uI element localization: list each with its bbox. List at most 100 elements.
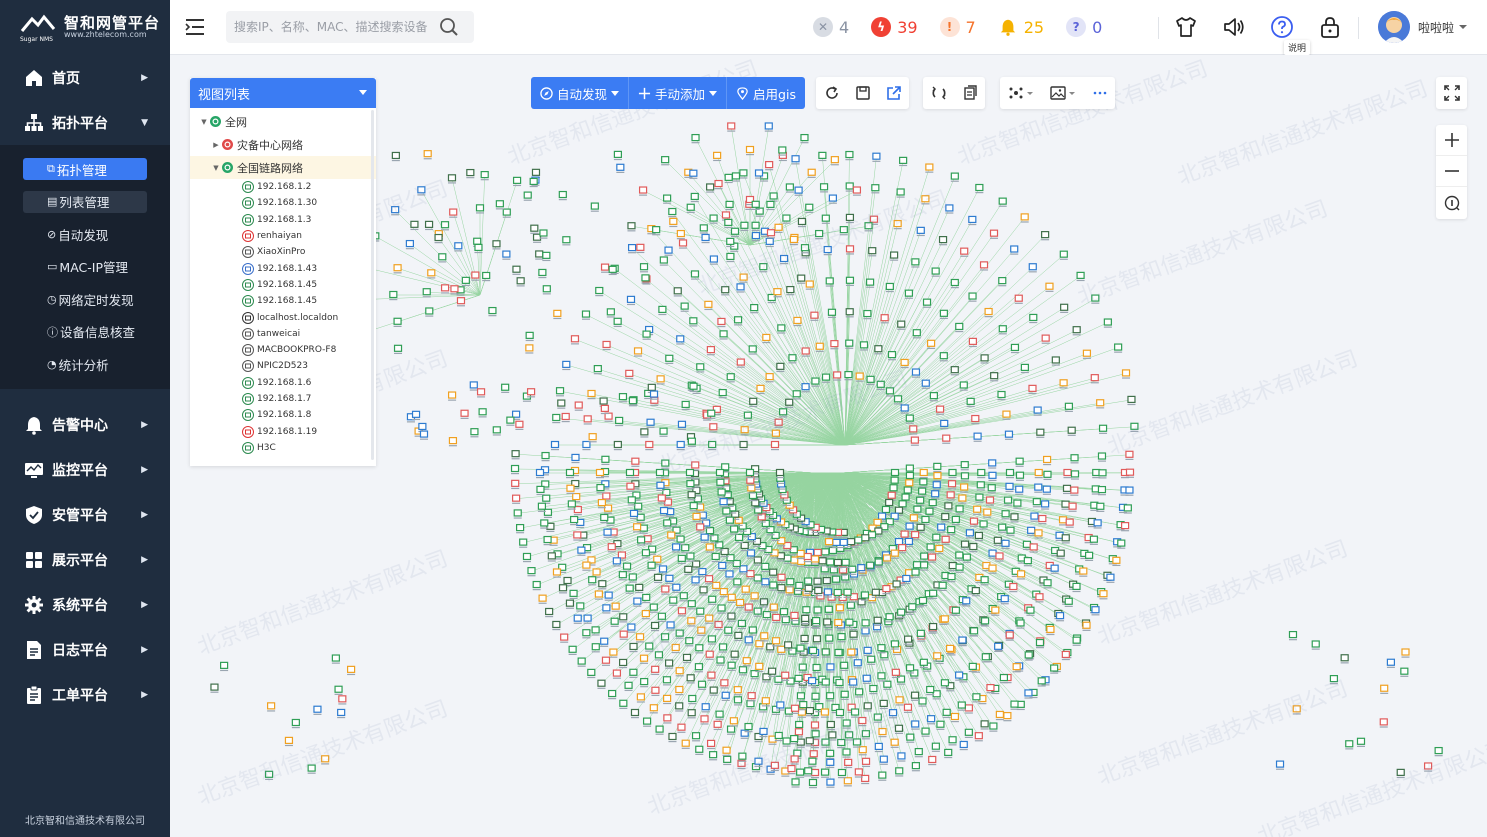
search-input[interactable] (234, 20, 439, 34)
tree-leaf[interactable]: 192.168.1.43 (190, 260, 376, 276)
copy-button[interactable] (954, 77, 985, 109)
device-node (1061, 534, 1070, 542)
tree-leaf[interactable]: XiaoXinPro (190, 244, 376, 260)
node-layout-dropdown[interactable] (1000, 77, 1042, 109)
tree-leaf[interactable]: 192.168.1.6 (190, 375, 376, 391)
auto-discover-button[interactable]: 自动发现 (531, 77, 630, 109)
device-node (724, 173, 733, 181)
alarm-stat-2[interactable]: ! 7 (939, 17, 976, 37)
search-icon[interactable] (439, 17, 459, 37)
sidebar-item-4[interactable]: 安管平台 ▶ (0, 493, 170, 538)
caret-down-icon[interactable]: ▼ (210, 164, 222, 172)
submenu-item-0[interactable]: ⧉ 拓扑管理 (0, 153, 170, 186)
tree-node-0[interactable]: ▼ 全网 (190, 110, 376, 133)
tree-leaf[interactable]: 192.168.1.2 (190, 179, 376, 195)
submenu-item-2[interactable]: ⊘ 自动发现 (0, 218, 170, 251)
device-node (691, 461, 700, 469)
device-node (932, 533, 941, 541)
device-node (636, 243, 645, 251)
tree-leaf[interactable]: MACBOOKPRO-F8 (190, 342, 376, 358)
device-node (822, 577, 831, 585)
tree-leaf[interactable]: renhaiyan (190, 228, 376, 244)
device-node (794, 728, 804, 736)
device-node (746, 570, 755, 578)
sidebar-item-6[interactable]: 系统平台 ▶ (0, 583, 170, 628)
export-button[interactable] (878, 77, 909, 109)
sidebar-item-5[interactable]: 展示平台 ▶ (0, 538, 170, 583)
help-button[interactable] (1269, 14, 1295, 40)
alarm-stat-1[interactable]: ϟ 39 (871, 17, 918, 37)
device-node (1035, 638, 1045, 647)
sound-button[interactable] (1221, 14, 1247, 40)
submenu-item-1[interactable]: ▤ 列表管理 (0, 186, 170, 219)
enable-gis-button[interactable]: 启用gis (727, 77, 805, 109)
device-node (603, 528, 612, 536)
alarm-stat-4[interactable]: ? 0 (1066, 17, 1102, 37)
device-node (945, 644, 955, 652)
device-node (511, 479, 520, 487)
sidebar-item-3[interactable]: 监控平台 ▶ (0, 448, 170, 493)
tree-leaf[interactable]: 192.168.1.19 (190, 423, 376, 439)
sidebar-item-8[interactable]: 工单平台 ▶ (0, 673, 170, 718)
topology-canvas[interactable]: 北京智和信通技术有限公司 北京智和信通技术有限公司 北京智和信通技术有限公司 北京智和… (170, 55, 1487, 837)
device-node (535, 468, 545, 477)
submenu-item-3[interactable]: ▭ MAC-IP管理 (0, 251, 170, 284)
brand-logo[interactable]: Sugar NMS 智和网管平台 www.zhtelecom.com (0, 0, 170, 55)
device-node (980, 576, 989, 584)
tree-leaf[interactable]: 192.168.1.7 (190, 391, 376, 407)
submenu-item-4[interactable]: ◷ 网络定时发现 (0, 283, 170, 316)
device-node (624, 681, 633, 689)
tree-leaf[interactable]: tanweicai (190, 326, 376, 342)
save-button[interactable] (847, 77, 878, 109)
tree-leaf[interactable]: 192.168.1.45 (190, 277, 376, 293)
device-node (810, 768, 820, 777)
scrollbar[interactable] (371, 110, 374, 460)
tree-leaf[interactable]: 192.168.1.3 (190, 212, 376, 228)
lock-button[interactable] (1317, 14, 1343, 40)
device-node (627, 243, 637, 252)
sidebar-item-2[interactable]: 告警中心 ▶ (0, 403, 170, 448)
sidebar-item-1[interactable]: 拓扑平台 ▼ (0, 100, 170, 145)
alarm-stat-3[interactable]: 25 (998, 17, 1044, 37)
device-node (645, 642, 654, 650)
submenu-item-6[interactable]: ◔ 统计分析 (0, 348, 170, 381)
tree-leaf[interactable]: 192.168.1.45 (190, 293, 376, 309)
layout-reset-button[interactable] (923, 77, 954, 109)
sidebar-item-7[interactable]: 日志平台 ▶ (0, 628, 170, 673)
device-node (912, 561, 922, 569)
tree-leaf[interactable]: NPIC2D523 (190, 358, 376, 374)
more-button[interactable] (1084, 77, 1115, 109)
refresh-button[interactable] (816, 77, 847, 109)
tree-node-2[interactable]: ▼ 全国链路网络 (190, 156, 376, 179)
tree-node-1[interactable]: ▶ 灾备中心网络 (190, 133, 376, 156)
device-node (637, 536, 646, 544)
tree-leaf[interactable]: localhost.localdon (190, 309, 376, 325)
device-node (1016, 570, 1026, 578)
zoom-fit-button[interactable] (1436, 187, 1467, 218)
tree-leaf[interactable]: H3C (190, 440, 376, 456)
device-node (913, 505, 922, 513)
zoom-out-button[interactable] (1436, 156, 1467, 187)
tree-leaf[interactable]: 192.168.1.8 (190, 407, 376, 423)
background-image-dropdown[interactable] (1042, 77, 1084, 109)
zoom-in-button[interactable] (1436, 125, 1467, 156)
tree-leaf[interactable]: 192.168.1.30 (190, 195, 376, 211)
user-menu[interactable]: 啦啦啦 (1378, 11, 1468, 43)
alarm-stat-0[interactable]: ✕ 4 (813, 17, 849, 37)
device-node (800, 244, 810, 252)
theme-button[interactable] (1173, 14, 1199, 40)
view-list-dropdown[interactable]: 视图列表 (190, 78, 376, 108)
fullscreen-button[interactable] (1436, 77, 1467, 109)
tshirt-icon (1176, 17, 1196, 37)
menu-collapse-button[interactable] (184, 17, 206, 37)
device-node (764, 122, 773, 130)
submenu-item-5[interactable]: ⓘ 设备信息核查 (0, 316, 170, 349)
manual-add-button[interactable]: 手动添加 (629, 77, 728, 109)
device-node (947, 572, 956, 581)
device-node (284, 736, 294, 744)
caret-down-icon[interactable]: ▼ (198, 118, 210, 126)
sidebar-item-0[interactable]: 首页 ▶ (0, 55, 170, 100)
caret-right-icon[interactable]: ▶ (210, 141, 222, 149)
device-node (928, 755, 937, 764)
device-node (583, 415, 592, 423)
